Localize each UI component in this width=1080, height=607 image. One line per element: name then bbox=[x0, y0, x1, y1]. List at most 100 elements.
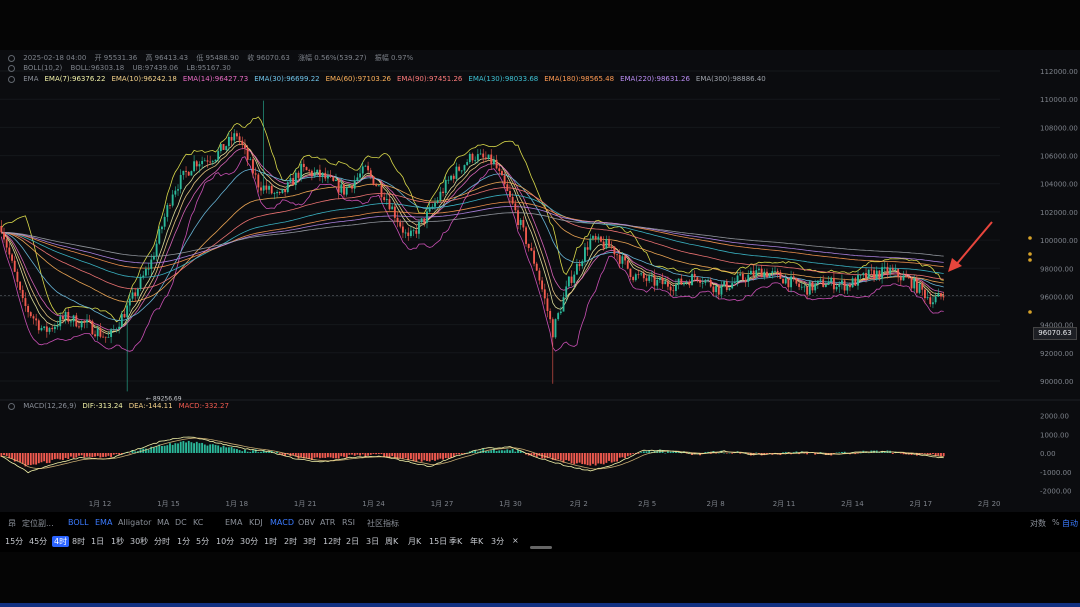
macd-bar bbox=[645, 451, 648, 453]
macd-bar bbox=[755, 452, 758, 454]
timeframe-22[interactable]: 年K bbox=[470, 536, 483, 547]
chart-area[interactable]: 112000.00 110000.00 108000.00 106000.00 1040… bbox=[0, 50, 1080, 512]
indicator-4[interactable]: Alligator bbox=[118, 518, 151, 527]
settings-icon[interactable] bbox=[8, 54, 15, 62]
candle-body bbox=[881, 267, 884, 279]
timeframe-18[interactable]: 周K bbox=[385, 536, 398, 547]
macd-bar bbox=[152, 447, 155, 453]
candle-body bbox=[123, 313, 126, 318]
axis-option-2[interactable]: 自动 bbox=[1062, 518, 1078, 529]
indicator-13[interactable]: RSI bbox=[342, 518, 355, 527]
macd-bar bbox=[187, 440, 190, 453]
indicator-8[interactable]: EMA bbox=[225, 518, 242, 527]
macd-bar bbox=[252, 450, 254, 453]
time-tick-label: 2月 17 bbox=[910, 500, 933, 508]
candle-body bbox=[522, 219, 525, 228]
macd-bar bbox=[351, 453, 353, 455]
indicator-12[interactable]: ATR bbox=[320, 518, 335, 527]
candle-body bbox=[621, 256, 624, 264]
indicator-5[interactable]: MA bbox=[157, 518, 169, 527]
timeframe-5[interactable]: 1秒 bbox=[111, 536, 124, 547]
timeframe-1[interactable]: 45分 bbox=[29, 536, 47, 547]
macd-bar bbox=[211, 444, 214, 453]
macd-bar bbox=[782, 452, 784, 453]
candle-body bbox=[632, 276, 635, 281]
axis-option-0[interactable]: 对数 bbox=[1030, 518, 1046, 529]
indicator-10[interactable]: MACD bbox=[270, 518, 294, 527]
indicator-2[interactable]: BOLL bbox=[68, 518, 89, 527]
timeframe-3[interactable]: 8时 bbox=[72, 536, 85, 547]
candle-body bbox=[171, 194, 174, 206]
order-marker bbox=[1028, 258, 1032, 262]
candle-body bbox=[383, 197, 386, 201]
indicator-14[interactable]: 社区指标 bbox=[367, 518, 399, 529]
timeframe-13[interactable]: 2时 bbox=[284, 536, 297, 547]
time-tick-label: 2月 14 bbox=[841, 500, 864, 508]
candle-body bbox=[629, 268, 632, 277]
timeframe-24[interactable]: × bbox=[512, 536, 519, 545]
macd-bar bbox=[35, 453, 38, 465]
timeframe-20[interactable]: 15日 bbox=[429, 536, 447, 547]
timeframe-11[interactable]: 30分 bbox=[240, 536, 258, 547]
eye-icon[interactable] bbox=[8, 64, 15, 72]
candle-body bbox=[32, 316, 35, 319]
ema-line-90 bbox=[1, 187, 944, 290]
candle-body bbox=[214, 159, 217, 162]
eye-icon[interactable] bbox=[8, 75, 15, 83]
time-tick-label: 1月 18 bbox=[226, 500, 249, 508]
macd-bar bbox=[115, 453, 118, 455]
candle-body bbox=[144, 268, 147, 276]
timeframe-4[interactable]: 1日 bbox=[91, 536, 104, 547]
candle-body bbox=[704, 279, 707, 283]
timeframe-21[interactable]: 季K bbox=[449, 536, 462, 547]
candlestick-chart[interactable]: 112000.00 110000.00 108000.00 106000.00 1040… bbox=[0, 50, 1080, 512]
timeframe-23[interactable]: 3分 bbox=[491, 536, 504, 547]
timeframe-2[interactable]: 4时 bbox=[52, 536, 70, 547]
macd-bar bbox=[343, 453, 345, 457]
timeframe-14[interactable]: 3时 bbox=[303, 536, 316, 547]
macd-bar bbox=[359, 453, 362, 456]
macd-bar bbox=[233, 448, 236, 453]
macd-bar bbox=[640, 452, 643, 453]
timeframe-0[interactable]: 15分 bbox=[5, 536, 23, 547]
timeframe-17[interactable]: 3日 bbox=[366, 536, 379, 547]
timeframe-10[interactable]: 10分 bbox=[216, 536, 234, 547]
order-marker bbox=[1028, 252, 1032, 256]
indicator-11[interactable]: OBV bbox=[298, 518, 315, 527]
macd-bar bbox=[458, 453, 461, 455]
macd-bar bbox=[616, 453, 618, 462]
axis-option-1[interactable]: % bbox=[1052, 518, 1060, 527]
candle-body bbox=[934, 296, 937, 303]
indicator-3[interactable]: EMA bbox=[95, 518, 112, 527]
candle-body bbox=[476, 154, 479, 161]
timeframe-7[interactable]: 分时 bbox=[154, 536, 170, 547]
timeframe-15[interactable]: 12时 bbox=[323, 536, 341, 547]
scrollbar-thumb[interactable] bbox=[530, 546, 552, 549]
ema-legend-item: EMA(220):98631.26 bbox=[620, 75, 690, 83]
timeframe-19[interactable]: 月K bbox=[408, 536, 421, 547]
candle-body bbox=[562, 297, 565, 312]
indicator-6[interactable]: DC bbox=[175, 518, 187, 527]
candle-body bbox=[94, 334, 96, 337]
macd-bar bbox=[840, 452, 843, 453]
candle-body bbox=[816, 280, 819, 284]
timeframe-9[interactable]: 5分 bbox=[196, 536, 209, 547]
indicator-1[interactable]: 定位副... bbox=[22, 518, 54, 529]
timeframe-6[interactable]: 30秒 bbox=[130, 536, 148, 547]
timeframe-16[interactable]: 2日 bbox=[346, 536, 359, 547]
timeframe-8[interactable]: 1分 bbox=[177, 536, 190, 547]
eye-icon[interactable] bbox=[8, 402, 15, 410]
indicator-7[interactable]: KC bbox=[193, 518, 203, 527]
time-tick-label: 1月 24 bbox=[362, 500, 385, 508]
macd-bar bbox=[96, 453, 99, 456]
macd-bar bbox=[53, 453, 56, 460]
timeframe-12[interactable]: 1时 bbox=[264, 536, 277, 547]
macd-bar bbox=[669, 451, 672, 453]
indicator-0[interactable]: 昂 bbox=[8, 518, 16, 529]
macd-bar bbox=[32, 453, 35, 465]
macd-bar bbox=[112, 453, 115, 455]
macd-bar bbox=[608, 453, 610, 461]
indicator-9[interactable]: KDJ bbox=[249, 518, 263, 527]
ema-line-7 bbox=[1, 140, 944, 335]
candle-body bbox=[83, 321, 86, 323]
